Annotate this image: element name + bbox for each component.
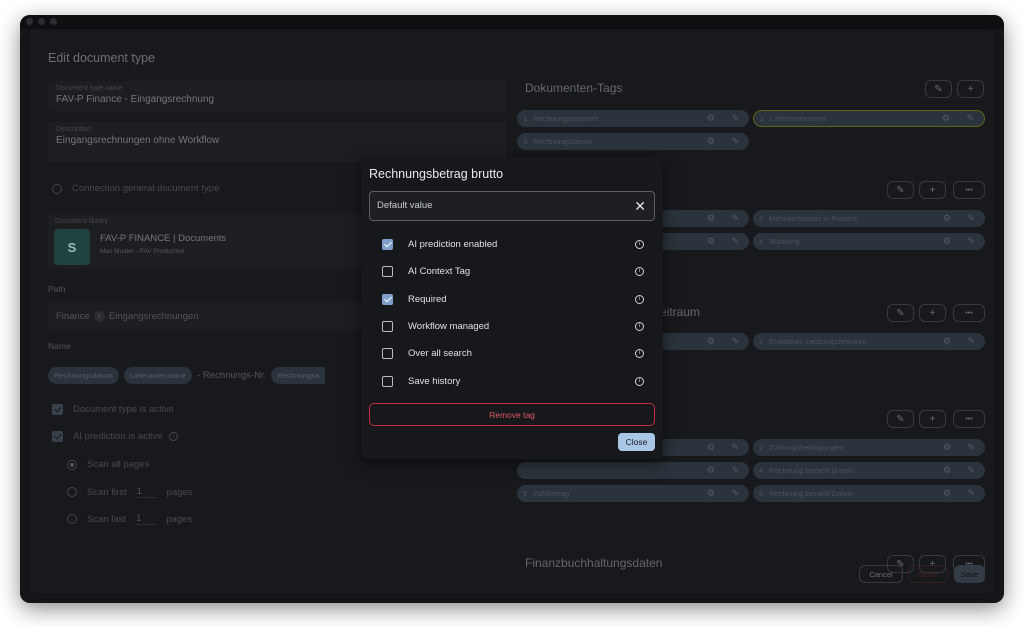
option-label: Over all search: [408, 347, 472, 359]
option-checkbox[interactable]: [382, 375, 393, 387]
remove-tag-button[interactable]: Remove tag: [369, 403, 655, 426]
info-icon[interactable]: i: [635, 294, 644, 304]
option-over-all-search[interactable]: Over all search i: [382, 346, 650, 360]
info-icon[interactable]: i: [635, 239, 644, 249]
option-label: AI Context Tag: [408, 265, 471, 277]
option-save-history[interactable]: Save history i: [382, 374, 650, 388]
info-icon[interactable]: i: [635, 266, 644, 276]
modal-title: Rechnungsbetrag brutto: [369, 167, 504, 181]
default-value-input[interactable]: [377, 200, 617, 211]
option-label: AI prediction enabled: [408, 238, 498, 250]
option-ai-prediction-enabled[interactable]: AI prediction enabled i: [382, 237, 650, 251]
close-icon[interactable]: ✕: [634, 198, 646, 214]
option-ai-context-tag[interactable]: AI Context Tag i: [382, 264, 650, 278]
option-checkbox[interactable]: [382, 238, 393, 250]
info-icon[interactable]: i: [635, 321, 644, 331]
info-icon[interactable]: i: [635, 348, 644, 358]
close-button[interactable]: Close: [618, 433, 655, 451]
option-required[interactable]: Required i: [382, 292, 650, 306]
option-label: Workflow managed: [408, 320, 490, 332]
option-checkbox[interactable]: [382, 320, 393, 332]
option-label: Save history: [408, 375, 461, 387]
info-icon[interactable]: i: [635, 376, 644, 386]
default-value-field[interactable]: ✕: [369, 191, 655, 221]
option-checkbox[interactable]: [382, 265, 393, 277]
option-checkbox[interactable]: [382, 347, 393, 359]
option-workflow-managed[interactable]: Workflow managed i: [382, 319, 650, 333]
option-label: Required: [408, 293, 447, 305]
option-checkbox[interactable]: [382, 293, 393, 305]
tag-settings-modal: Rechnungsbetrag brutto ✕ AI prediction e…: [361, 157, 663, 459]
